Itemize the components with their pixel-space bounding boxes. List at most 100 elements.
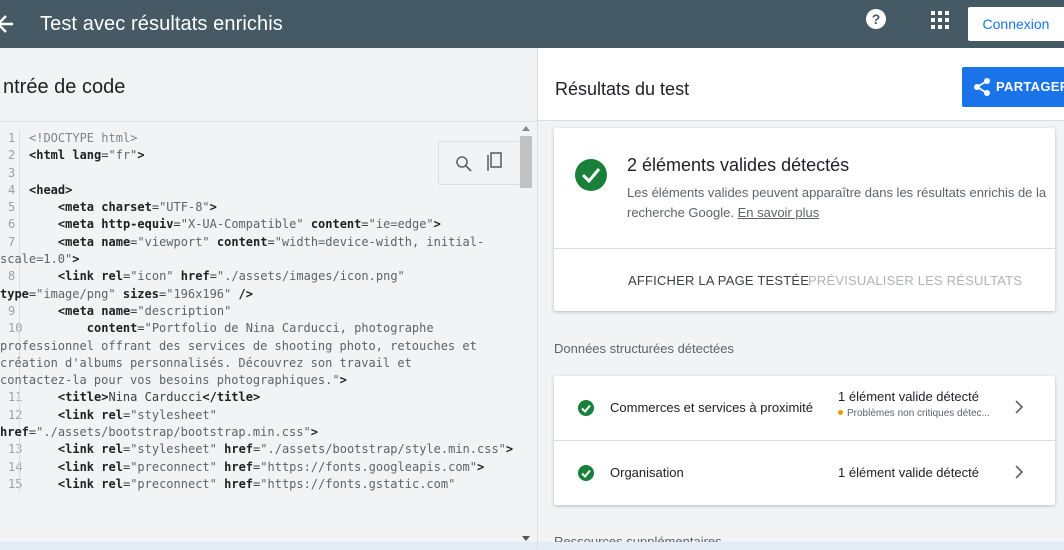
results-title: Résultats du test [555,79,690,99]
item-status: 1 élément valide détecté [838,389,979,404]
line-number: 7 [8,234,16,249]
bottom-strip [0,542,537,550]
code-input-header: ntrée de code [0,48,537,121]
item-status: 1 élément valide détecté [838,465,979,480]
code-text: type="image/png" sizes="196x196" /> [0,286,253,301]
code-text: professionnel offrant des services de sh… [0,338,477,353]
code-text: <!DOCTYPE html> [29,131,138,145]
summary-card: 2 éléments valides détectés Les éléments… [554,128,1055,311]
code-line[interactable]: 7 <meta name="viewport" content="width=d… [0,233,519,252]
bottom-strip [538,542,1064,550]
detected-item-row[interactable]: Commerces et services à proximité 1 élém… [554,376,1055,440]
detected-items-card: Commerces et services à proximité 1 élém… [554,376,1055,505]
code-line[interactable]: 15 <link rel="preconnect" href="https://… [0,475,519,494]
code-text: <link rel="stylesheet" href="./assets/bo… [57,442,514,457]
code-line[interactable]: type="image/png" sizes="196x196" /> [0,285,519,303]
code-text: scale=1.0"> [0,252,80,267]
line-number: 1 [8,131,16,145]
signin-button[interactable]: Connexion [968,7,1064,41]
code-line[interactable]: scale=1.0"> [0,251,519,269]
chevron-right-icon[interactable] [1014,465,1024,479]
share-button-label: PARTAGER [996,79,1064,94]
item-warning-text: Problèmes non critiques détec... [847,408,990,419]
valid-check-icon [575,159,607,191]
line-number: 14 [8,459,23,474]
line-number: 8 [8,269,16,284]
line-number: 4 [8,182,16,197]
summary-description: Les éléments valides peuvent apparaître … [627,183,1047,223]
line-number: 2 [8,148,16,163]
gutter-divider [19,389,20,407]
app-title: Test avec résultats enrichis [40,13,283,35]
scroll-thumb[interactable] [520,136,532,188]
share-icon [974,78,990,96]
code-line[interactable]: contactez-la pour vos besoins photograph… [0,372,519,390]
app-bar: Test avec résultats enrichis ? Connexion [0,0,1064,48]
code-toolbar [438,141,520,185]
help-icon[interactable]: ? [866,9,886,29]
code-input-panel: ntrée de code 1 <!DOCTYPE html> 2 <html lan… [0,48,537,550]
code-line[interactable]: 13 <link rel="stylesheet" href="./assets… [0,441,519,459]
code-line[interactable]: 11 <title>Nina Carducci</title> [0,389,519,407]
valid-check-icon [578,400,594,416]
gutter-divider [19,199,20,217]
code-line[interactable]: 14 <link rel="preconnect" href="https://… [0,458,519,476]
code-line[interactable]: 9 <meta name="description" [0,302,519,321]
divider [554,248,1055,249]
code-text: content="Portfolio de Nina Carducci, pho… [86,321,434,336]
item-name: Organisation [610,465,684,480]
copy-icon[interactable] [485,152,503,174]
code-line[interactable]: 12 <link rel="stylesheet" [0,406,519,425]
test-results-panel: Résultats du test PARTAGER 2 éléments va… [537,48,1064,550]
code-text: <head> [29,182,73,197]
detected-item-row[interactable]: Organisation 1 élément valide détecté [554,440,1055,504]
code-line[interactable]: href="./assets/bootstrap/bootstrap.min.c… [0,424,519,442]
view-tested-page-button[interactable]: AFFICHER LA PAGE TESTÉE [628,273,809,288]
gutter-divider [19,147,20,165]
item-name: Commerces et services à proximité [610,400,813,415]
code-editor[interactable]: 1 <!DOCTYPE html> 2 <html lang="fr"> 3 4 <head… [0,121,537,550]
line-number: 10 [8,321,23,336]
code-line[interactable]: professionnel offrant des services de sh… [0,337,519,355]
code-text: contactez-la pour vos besoins photograph… [0,373,347,388]
line-number: 3 [8,165,16,180]
gutter-divider [19,181,20,200]
learn-more-link[interactable]: En savoir plus [738,205,820,220]
code-text: <meta name="viewport" content="width=dev… [57,234,485,249]
line-number: 9 [8,303,16,318]
scroll-up-arrow-icon[interactable] [522,126,530,131]
code-text: href="./assets/bootstrap/bootstrap.min.c… [0,425,318,440]
code-text: <meta charset="UTF-8"> [57,200,217,215]
back-arrow-icon[interactable] [0,10,14,38]
apps-grid-icon[interactable] [931,11,949,29]
code-text: <link rel="stylesheet" [57,407,217,422]
code-line[interactable]: 8 <link rel="icon" href="./assets/images… [0,268,519,286]
preview-results-button[interactable]: PRÉVISUALISER LES RÉSULTATS [808,273,1022,288]
search-icon[interactable] [455,155,473,173]
gutter-divider [19,458,20,476]
results-header: Résultats du test PARTAGER [538,48,1064,121]
line-number: 12 [8,407,23,422]
line-number: 15 [8,476,23,491]
code-line[interactable]: 6 <meta http-equiv="X-UA-Compatible" con… [0,216,519,234]
line-number: 13 [8,442,23,457]
code-text: <meta name="description" [57,303,232,318]
gutter-divider [19,441,20,459]
summary-title: 2 éléments valides détectés [627,155,850,175]
code-scrollbar[interactable] [519,122,533,550]
code-text: <link rel="preconnect" href="https://fon… [57,459,485,474]
code-text: <html lang="fr"> [29,148,145,163]
code-line[interactable]: création d'albums personnalisés. Découvr… [0,354,519,373]
chevron-right-icon[interactable] [1014,400,1024,414]
share-button[interactable]: PARTAGER [962,67,1064,107]
gutter-divider [19,320,20,338]
scroll-down-arrow-icon[interactable] [522,536,530,541]
code-line[interactable]: 5 <meta charset="UTF-8"> [0,199,519,217]
code-text: création d'albums personnalisés. Découvr… [0,355,412,370]
gutter-divider [19,216,20,234]
code-line[interactable]: 10 content="Portfolio de Nina Carducci, … [0,320,519,338]
gutter-divider [19,475,20,494]
gutter-divider [19,302,20,321]
item-warning: Problèmes non critiques détec... [838,408,998,419]
gutter-divider [19,406,20,425]
